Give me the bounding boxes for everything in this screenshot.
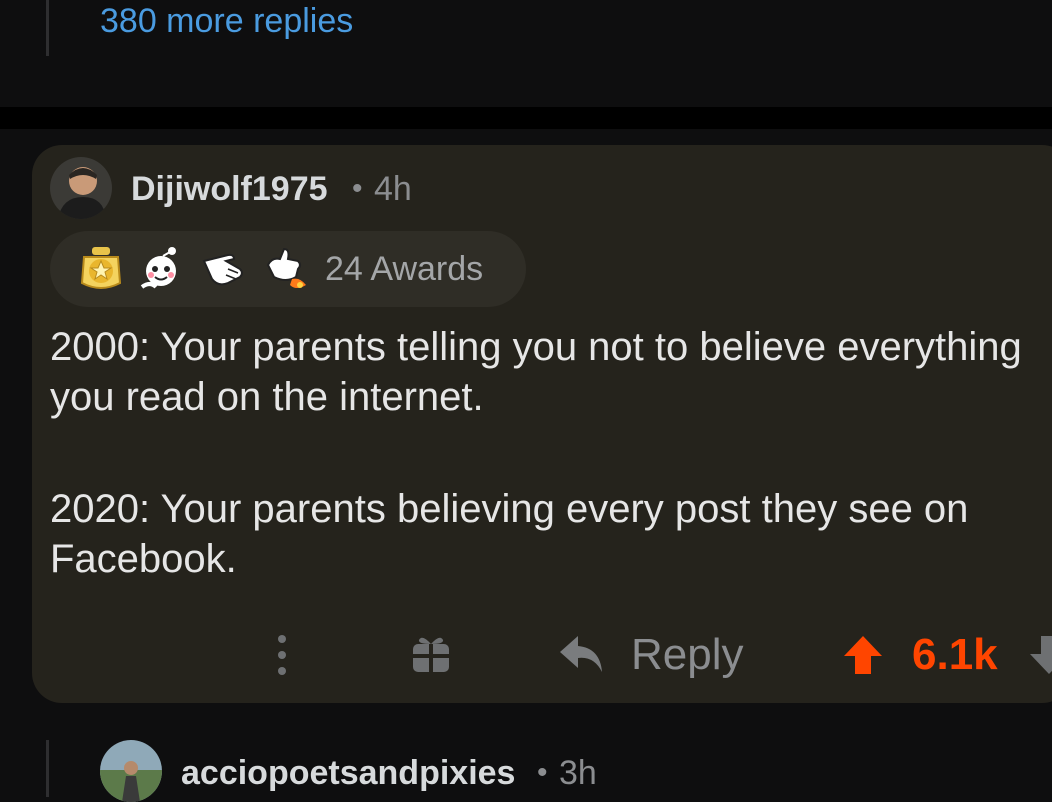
avatar[interactable] (100, 740, 162, 802)
comment-body: 2000: Your parents telling you not to be… (50, 322, 1050, 584)
thread-line[interactable] (46, 0, 49, 56)
downvote-arrow-icon[interactable] (1028, 634, 1052, 676)
reply-username[interactable]: acciopoetsandpixies (181, 754, 515, 793)
comment-paragraph: 2020: Your parents believing every post … (50, 487, 969, 581)
vote-score: 6.1k (912, 630, 998, 679)
reply-button[interactable]: Reply (631, 630, 744, 680)
comment-paragraph: 2000: Your parents telling you not to be… (50, 325, 1022, 419)
comment-username[interactable]: Dijiwolf1975 (131, 170, 328, 209)
reply-arrow-icon[interactable] (558, 632, 604, 676)
thread-line[interactable] (46, 740, 49, 797)
awards-count: 24 Awards (325, 250, 484, 288)
ternion-award-icon (76, 243, 126, 293)
wholesome-snoo-icon (136, 243, 186, 293)
reply-age: 3h (559, 754, 597, 792)
more-vertical-icon[interactable] (270, 633, 294, 677)
thread-separator (0, 107, 1052, 129)
upvote-arrow-icon[interactable] (842, 634, 884, 676)
more-replies-link[interactable]: 380 more replies (100, 2, 353, 41)
reply-separator-dot: • (537, 756, 548, 789)
pointing-hand-icon (198, 243, 248, 293)
avatar[interactable] (50, 157, 112, 219)
comment-age: 4h (374, 170, 412, 208)
comment-separator-dot: • (352, 172, 363, 205)
rocket-like-icon (262, 243, 312, 293)
gift-icon[interactable] (410, 632, 452, 674)
